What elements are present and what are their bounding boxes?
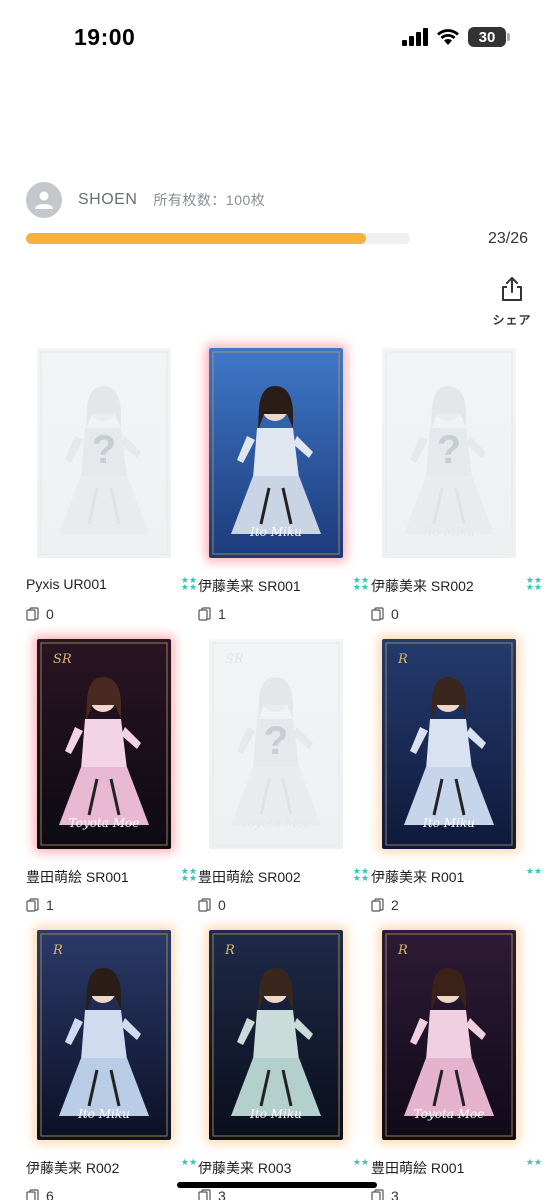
card-count-value: 2 (391, 897, 399, 913)
person-icon[interactable] (26, 182, 62, 218)
signal-icon (402, 28, 428, 46)
card-artwork: Ito Miku R (209, 930, 343, 1140)
card-count-value: 0 (218, 897, 226, 913)
share-label: シェア (492, 313, 532, 327)
card-count: 6 (26, 1188, 54, 1200)
card-count: 0 (198, 897, 226, 913)
username: SHOEN (78, 191, 138, 208)
status-bar: 19:00 30 (0, 0, 554, 76)
star-icon: ★★ ★★ (525, 575, 543, 592)
cards-icon (198, 898, 211, 912)
status-icons: 30 (402, 27, 510, 47)
card-image[interactable]: Ito Miku R (209, 930, 343, 1140)
svg-text:R: R (52, 943, 63, 958)
card-artwork: Toyota Moe R (382, 930, 516, 1140)
card-count: 1 (26, 897, 54, 913)
card-count: 0 (371, 606, 399, 622)
cards-icon (371, 607, 384, 621)
card-image[interactable]: Ito Miku (209, 348, 343, 558)
svg-text:R: R (397, 943, 408, 958)
card-name: Pyxis UR001 (26, 576, 107, 592)
card-count-value: 1 (218, 606, 226, 622)
card-count-value: 0 (46, 606, 54, 622)
cards-icon (371, 898, 384, 912)
svg-text:Toyota Moe: Toyota Moe (69, 816, 140, 830)
card-image[interactable]: Ito Miku ? (382, 348, 516, 558)
cards-icon (198, 1189, 211, 1200)
card-image[interactable]: ? (37, 348, 171, 558)
svg-text:Toyota Moe: Toyota Moe (414, 1107, 485, 1121)
card-count-value: 1 (46, 897, 54, 913)
home-indicator[interactable] (177, 1182, 377, 1188)
card-image[interactable]: Toyota Moe R (382, 930, 516, 1140)
card-count: 3 (198, 1188, 226, 1200)
star-icon: ★★ ★★ (352, 575, 370, 592)
owned-count: 所有枚数：100枚 (153, 192, 266, 208)
svg-text:R: R (224, 943, 235, 958)
card-count: 0 (26, 606, 54, 622)
card-name: 伊藤美来 R002 (26, 1160, 120, 1176)
profile-header: SHOEN 所有枚数：100枚 (26, 182, 265, 218)
card-name: 伊藤美来 R001 (371, 869, 465, 885)
star-icon: ★★ (525, 1157, 543, 1167)
svg-text:Toyota Moe: Toyota Moe (241, 816, 312, 830)
card-count-value: 3 (391, 1188, 399, 1200)
card-artwork: Ito Miku R (382, 639, 516, 849)
svg-text:Ito Miku: Ito Miku (249, 1107, 302, 1121)
cards-icon (371, 1189, 384, 1200)
card-image[interactable]: Ito Miku R (37, 930, 171, 1140)
svg-text:Ito Miku: Ito Miku (422, 816, 475, 830)
card-artwork: Ito Miku (209, 348, 343, 558)
battery-icon: 30 (468, 27, 510, 47)
wifi-icon (437, 29, 459, 45)
card-count-value: 6 (46, 1188, 54, 1200)
progress-text: 23/26 (487, 230, 528, 247)
card-count: 2 (371, 897, 399, 913)
battery-level: 30 (478, 28, 496, 46)
star-icon: ★★ (352, 1157, 370, 1167)
svg-text:Ito Miku: Ito Miku (77, 1107, 130, 1121)
svg-text:R: R (397, 652, 408, 667)
question-mark-icon: ? (436, 428, 462, 472)
share-icon (502, 277, 522, 301)
card-name: 伊藤美来 SR001 (198, 578, 301, 594)
card-name: 豊田萌絵 SR002 (198, 869, 301, 885)
cards-icon (26, 898, 39, 912)
card-image[interactable]: Toyota Moe SR ? (209, 639, 343, 849)
card-name: 伊藤美来 R003 (198, 1160, 292, 1176)
progress-fill (26, 233, 366, 244)
cards-icon (26, 607, 39, 621)
card-name: 伊藤美来 SR002 (371, 578, 474, 594)
card-count: 3 (371, 1188, 399, 1200)
cards-icon (26, 1189, 39, 1200)
star-icon: ★★ ★★ (180, 575, 198, 592)
question-mark-icon: ? (263, 719, 289, 763)
star-icon: ★★ ★★ (180, 866, 198, 883)
question-mark-icon: ? (91, 428, 117, 472)
collection-progress-bar (26, 233, 410, 244)
card-artwork: Ito Miku R (37, 930, 171, 1140)
svg-text:Ito Miku: Ito Miku (249, 525, 302, 539)
card-count: 1 (198, 606, 226, 622)
star-icon: ★★ (525, 866, 543, 876)
card-name: 豊田萌絵 SR001 (26, 869, 129, 885)
card-image[interactable]: Toyota Moe SR (37, 639, 171, 849)
svg-text:Ito Miku: Ito Miku (422, 525, 475, 539)
share-button[interactable]: シェア (490, 276, 534, 328)
card-count-value: 3 (218, 1188, 226, 1200)
status-time: 19:00 (74, 24, 136, 50)
card-artwork: Toyota Moe SR (37, 639, 171, 849)
card-count-value: 0 (391, 606, 399, 622)
card-image[interactable]: Ito Miku R (382, 639, 516, 849)
star-icon: ★★ ★★ (352, 866, 370, 883)
svg-text:SR: SR (225, 652, 244, 667)
svg-text:SR: SR (53, 652, 72, 667)
card-name: 豊田萌絵 R001 (371, 1160, 465, 1176)
star-icon: ★★ (180, 1157, 198, 1167)
cards-icon (198, 607, 211, 621)
